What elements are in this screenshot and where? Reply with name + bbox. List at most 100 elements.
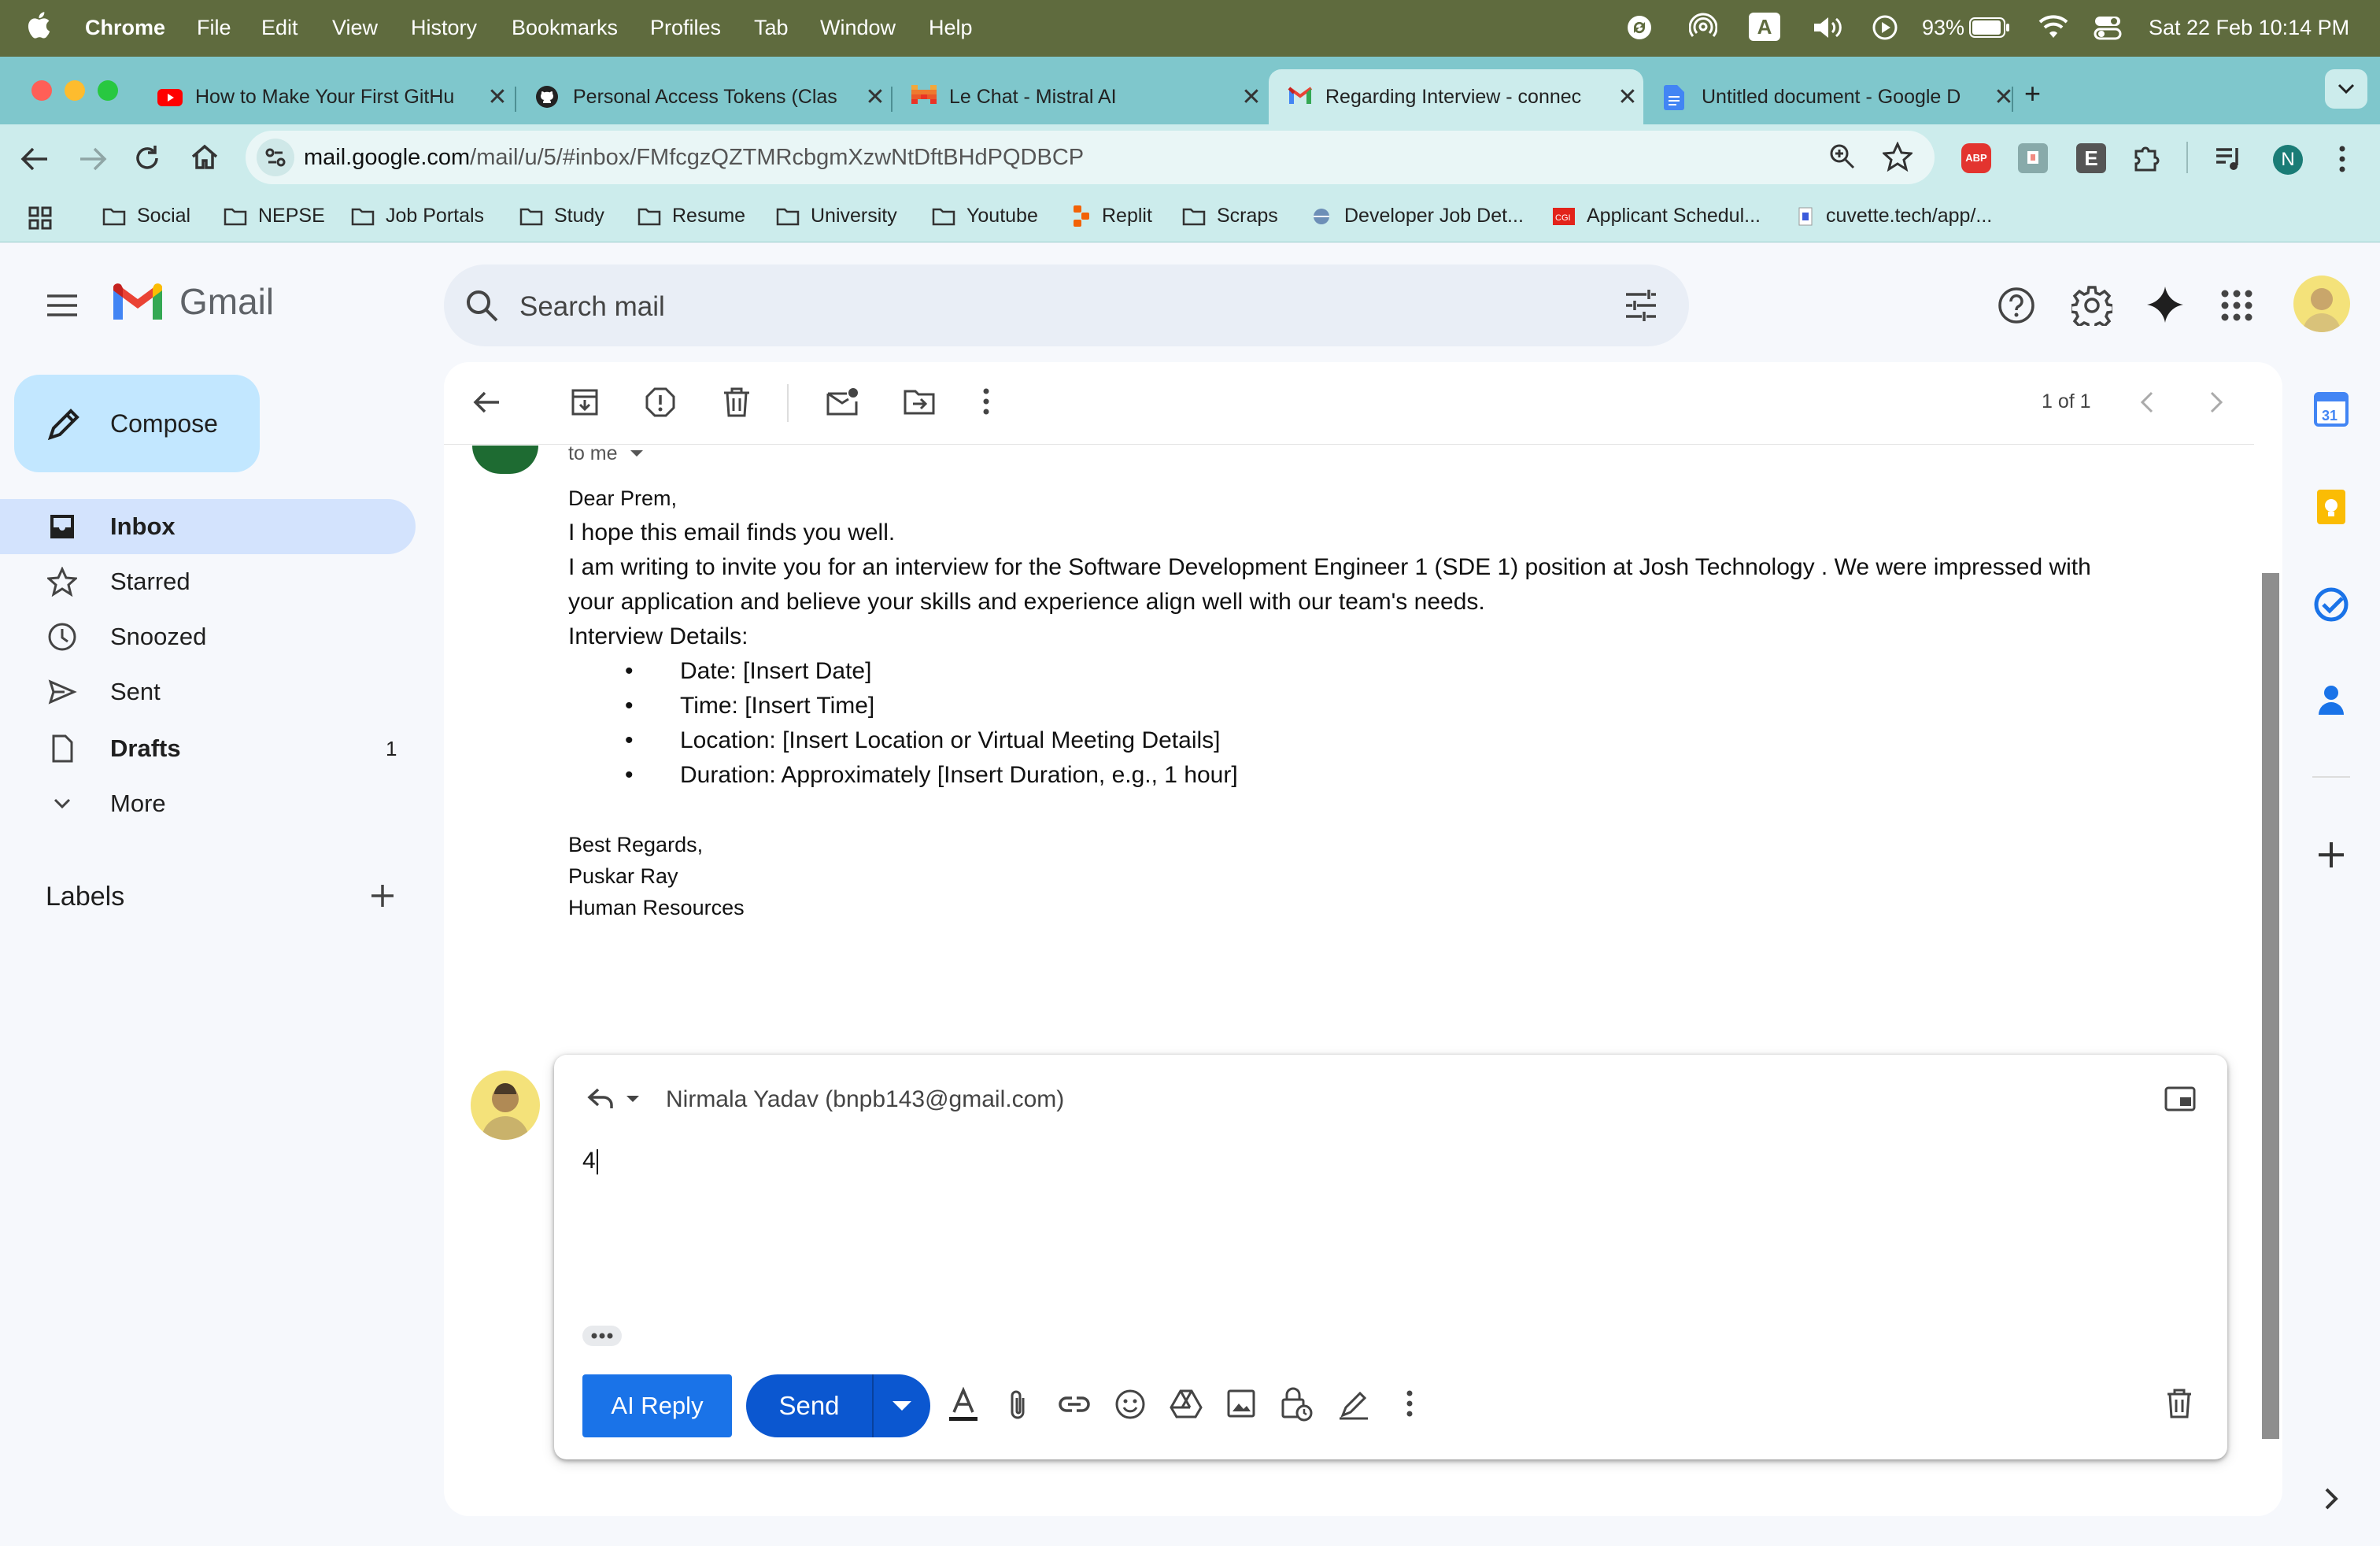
newer-chevron-icon[interactable] <box>2138 389 2156 416</box>
site-info-icon[interactable] <box>257 139 294 176</box>
bookmark-resume[interactable]: Resume <box>638 205 745 227</box>
chrome-menu-icon[interactable] <box>2336 145 2349 173</box>
nav-item-sent[interactable]: Sent <box>0 664 416 719</box>
menu-history[interactable]: History <box>411 16 477 40</box>
back-icon[interactable] <box>19 145 50 173</box>
tab-github[interactable]: Personal Access Tokens (Clas ✕ <box>516 69 891 124</box>
tab-gmail-active[interactable]: Regarding Interview - connec ✕ <box>1269 69 1643 124</box>
insert-signature-icon[interactable] <box>1338 1389 1369 1420</box>
reply-type-dropdown-icon[interactable] <box>625 1094 641 1105</box>
menu-help[interactable]: Help <box>929 16 973 40</box>
nav-item-snoozed[interactable]: Snoozed <box>0 609 416 664</box>
extensions-puzzle-icon[interactable] <box>2131 142 2163 173</box>
menu-edit[interactable]: Edit <box>261 16 298 40</box>
recipient-summary[interactable]: to me <box>568 442 645 465</box>
reply-body-input[interactable]: 4 <box>582 1148 2188 1274</box>
address-bar[interactable]: mail.google.com/mail/u/5/#inbox/FMfcgzQZ… <box>246 131 1935 184</box>
search-input[interactable]: Search mail <box>519 291 665 323</box>
tab-close-icon[interactable]: ✕ <box>859 83 891 111</box>
google-apps-icon[interactable] <box>2221 290 2252 321</box>
apps-grid-icon[interactable] <box>28 206 52 230</box>
move-to-icon[interactable] <box>904 387 935 416</box>
bookmark-applicant-schedule[interactable]: CGI Applicant Schedul... <box>1552 205 1761 227</box>
volume-icon[interactable] <box>1812 14 1843 41</box>
tab-search-button[interactable] <box>2325 69 2367 109</box>
now-playing-icon[interactable] <box>1872 14 1898 41</box>
google-drive-icon[interactable] <box>1170 1389 1203 1418</box>
tab-mistral[interactable]: Le Chat - Mistral AI ✕ <box>893 69 1267 124</box>
add-label-icon[interactable] <box>368 882 397 910</box>
forward-icon[interactable] <box>77 145 109 173</box>
extension-e-icon[interactable]: E <box>2076 143 2106 173</box>
tab-google-docs[interactable]: Untitled document - Google D ✕ <box>1645 69 2020 124</box>
menu-window[interactable]: Window <box>820 16 896 40</box>
tab-close-icon[interactable]: ✕ <box>482 83 513 111</box>
menu-tab[interactable]: Tab <box>754 16 789 40</box>
keep-app-icon[interactable] <box>2312 488 2350 526</box>
back-to-inbox-icon[interactable] <box>472 389 501 416</box>
url-text[interactable]: mail.google.com/mail/u/5/#inbox/FMfcgzQZ… <box>304 145 1084 171</box>
tab-close-icon[interactable]: ✕ <box>1612 83 1643 111</box>
confidential-mode-icon[interactable] <box>1280 1385 1313 1422</box>
airdrop-icon[interactable] <box>1689 13 1717 41</box>
mark-unread-icon[interactable] <box>826 387 859 416</box>
reload-icon[interactable] <box>132 143 162 173</box>
bookmark-social[interactable]: Social <box>102 205 190 227</box>
show-trimmed-content-button[interactable] <box>582 1326 622 1346</box>
adblock-extension-icon[interactable]: ABP <box>1961 143 1991 173</box>
tab-close-icon[interactable]: ✕ <box>1988 83 2020 111</box>
menu-app-name[interactable]: Chrome <box>85 16 165 40</box>
insert-link-icon[interactable] <box>1058 1392 1091 1417</box>
profile-avatar[interactable]: N <box>2273 145 2303 175</box>
gemini-sparkle-icon[interactable] <box>2145 285 2185 324</box>
bookmark-study[interactable]: Study <box>519 205 604 227</box>
bookmark-nepse[interactable]: NEPSE <box>224 205 325 227</box>
bookmark-scraps[interactable]: Scraps <box>1182 205 1278 227</box>
compose-button[interactable]: Compose <box>14 375 260 472</box>
menu-file[interactable]: File <box>197 16 231 40</box>
account-avatar[interactable] <box>2293 276 2350 332</box>
attach-file-icon[interactable] <box>1006 1389 1029 1422</box>
send-button[interactable]: Send <box>746 1374 872 1437</box>
settings-gear-icon[interactable] <box>2071 285 2112 326</box>
search-options-icon[interactable] <box>1624 290 1658 321</box>
control-center-icon[interactable] <box>2094 14 2122 41</box>
get-addons-icon[interactable] <box>2312 836 2350 874</box>
battery-icon[interactable] <box>1969 17 2010 38</box>
discard-draft-icon[interactable] <box>2166 1389 2193 1418</box>
new-tab-icon[interactable]: + <box>2024 77 2041 110</box>
insert-photo-icon[interactable] <box>1226 1389 1256 1418</box>
nav-item-starred[interactable]: Starred <box>0 554 416 609</box>
bookmark-youtube[interactable]: Youtube <box>932 205 1038 227</box>
emoji-icon[interactable] <box>1114 1389 1146 1420</box>
bookmark-replit[interactable]: Replit <box>1072 205 1152 227</box>
extension-image-icon[interactable] <box>2018 143 2048 173</box>
delete-icon[interactable] <box>722 387 751 417</box>
show-side-panel-icon[interactable] <box>2312 1480 2350 1518</box>
bookmark-university[interactable]: University <box>776 205 897 227</box>
gmail-logo[interactable]: Gmail <box>110 280 274 323</box>
more-actions-icon[interactable] <box>981 387 992 416</box>
wifi-icon[interactable] <box>2038 14 2068 39</box>
contacts-app-icon[interactable] <box>2312 680 2350 718</box>
nav-item-drafts[interactable]: Drafts 1 <box>0 721 416 776</box>
nav-item-inbox[interactable]: Inbox <box>0 499 416 554</box>
menu-view[interactable]: View <box>332 16 378 40</box>
more-options-icon[interactable] <box>1404 1389 1415 1418</box>
zoom-window-button[interactable] <box>98 80 118 101</box>
bookmark-developer-job[interactable]: Developer Job Det... <box>1310 205 1524 227</box>
input-source-indicator[interactable]: A <box>1749 13 1780 41</box>
tasks-app-icon[interactable] <box>2312 586 2350 623</box>
bookmark-cuvette[interactable]: cuvette.tech/app/... <box>1796 205 1992 227</box>
scrollbar-thumb[interactable] <box>2262 573 2279 1439</box>
close-window-button[interactable] <box>31 80 52 101</box>
tab-youtube[interactable]: How to Make Your First GitHu ✕ <box>139 69 513 124</box>
reply-type-icon[interactable] <box>587 1086 615 1111</box>
nav-item-more[interactable]: More <box>0 776 416 831</box>
menu-bookmarks[interactable]: Bookmarks <box>512 16 618 40</box>
media-controls-icon[interactable] <box>2215 145 2243 172</box>
menu-profiles[interactable]: Profiles <box>650 16 721 40</box>
reply-recipient[interactable]: Nirmala Yadav (bnpb143@gmail.com) <box>666 1086 1064 1113</box>
help-icon[interactable] <box>1998 287 2035 324</box>
menu-clock[interactable]: Sat 22 Feb 10:14 PM <box>2149 16 2349 40</box>
